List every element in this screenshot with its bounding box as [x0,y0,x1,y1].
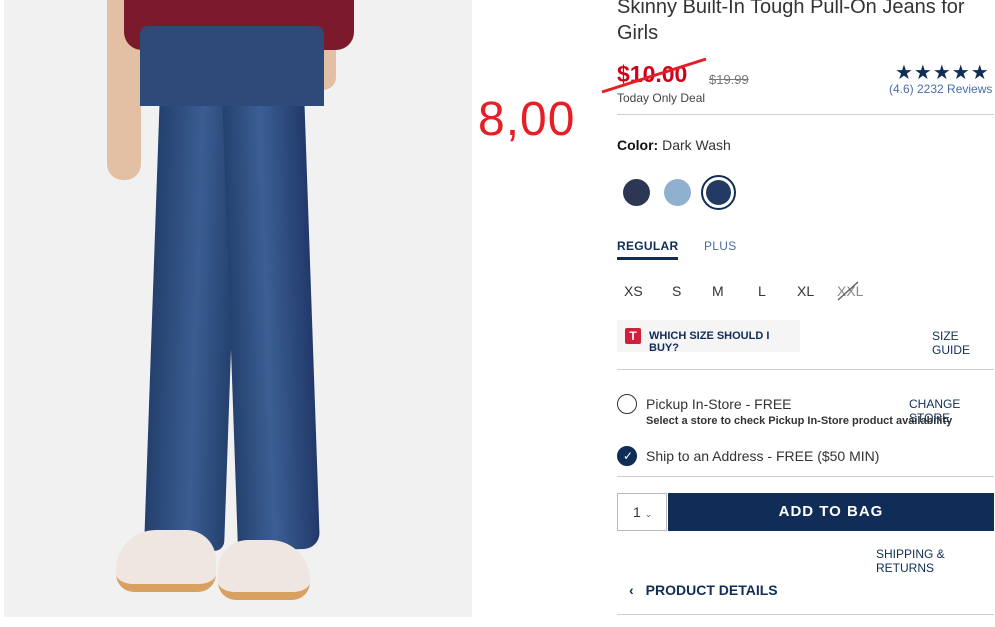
size-xs[interactable]: XS [624,283,643,299]
size-l[interactable]: L [758,283,766,299]
quantity-select[interactable]: 1 ⌄ [617,493,667,531]
size-guide-link[interactable]: SIZE GUIDE [932,329,995,357]
ship-label: Ship to an Address - FREE ($50 MIN) [646,448,880,464]
which-size-button[interactable]: T WHICH SIZE SHOULD I BUY? [617,320,800,354]
change-store-link[interactable]: CHANGE STORE [909,397,995,425]
true-fit-logo-icon: T [625,328,641,344]
size-xl[interactable]: XL [797,283,814,299]
tab-plus[interactable]: PLUS [704,239,737,253]
deal-label: Today Only Deal [617,91,706,105]
size-s[interactable]: S [672,283,681,299]
divider [617,476,994,477]
shoe-right [218,540,310,600]
divider [617,369,994,370]
swatch-dark-wash-selected[interactable] [701,175,736,210]
shoe-left [116,530,216,592]
chevron-left-icon: ‹ [629,582,634,598]
handwritten-price-annotation: 8,00 [478,93,576,146]
color-label: Color: [617,137,659,153]
size-m[interactable]: M [712,283,724,299]
checkmark-icon: ✓ [623,449,634,463]
original-price: $19.99 [709,72,749,87]
tab-regular[interactable]: REGULAR [617,239,679,260]
product-image[interactable] [4,0,472,617]
reviews-link[interactable]: (4.6) 2232 Reviews [889,82,992,96]
divider [617,114,994,115]
jeans-leg-right [221,88,321,552]
shipping-returns-link[interactable]: SHIPPING & RETURNS [876,547,995,575]
product-details-label: PRODUCT DETAILS [645,582,778,598]
divider [617,614,994,615]
pickup-label: Pickup In-Store - FREE [646,396,792,412]
jeans-waist [140,26,324,106]
product-details-toggle[interactable]: ‹ PRODUCT DETAILS [629,582,778,598]
which-size-label: WHICH SIZE SHOULD I BUY? [649,330,770,354]
color-row: Color: Dark Wash [617,137,731,153]
add-to-bag-button[interactable]: ADD TO BAG [668,493,994,531]
quantity-value: 1 [633,504,641,520]
swatch-dark-indigo[interactable] [623,179,650,206]
color-value: Dark Wash [662,137,731,153]
ship-radio-checked[interactable]: ✓ [617,446,637,466]
pickup-radio[interactable] [617,394,637,414]
sale-price: $10.00 [617,61,688,87]
unavailable-slash-icon [837,281,859,301]
pickup-sublabel: Select a store to check Pickup In-Store … [646,415,953,427]
product-title: Skinny Built-In Tough Pull-On Jeans for … [617,0,965,44]
swatch-light-wash[interactable] [664,179,691,206]
chevron-down-icon: ⌄ [644,509,653,519]
